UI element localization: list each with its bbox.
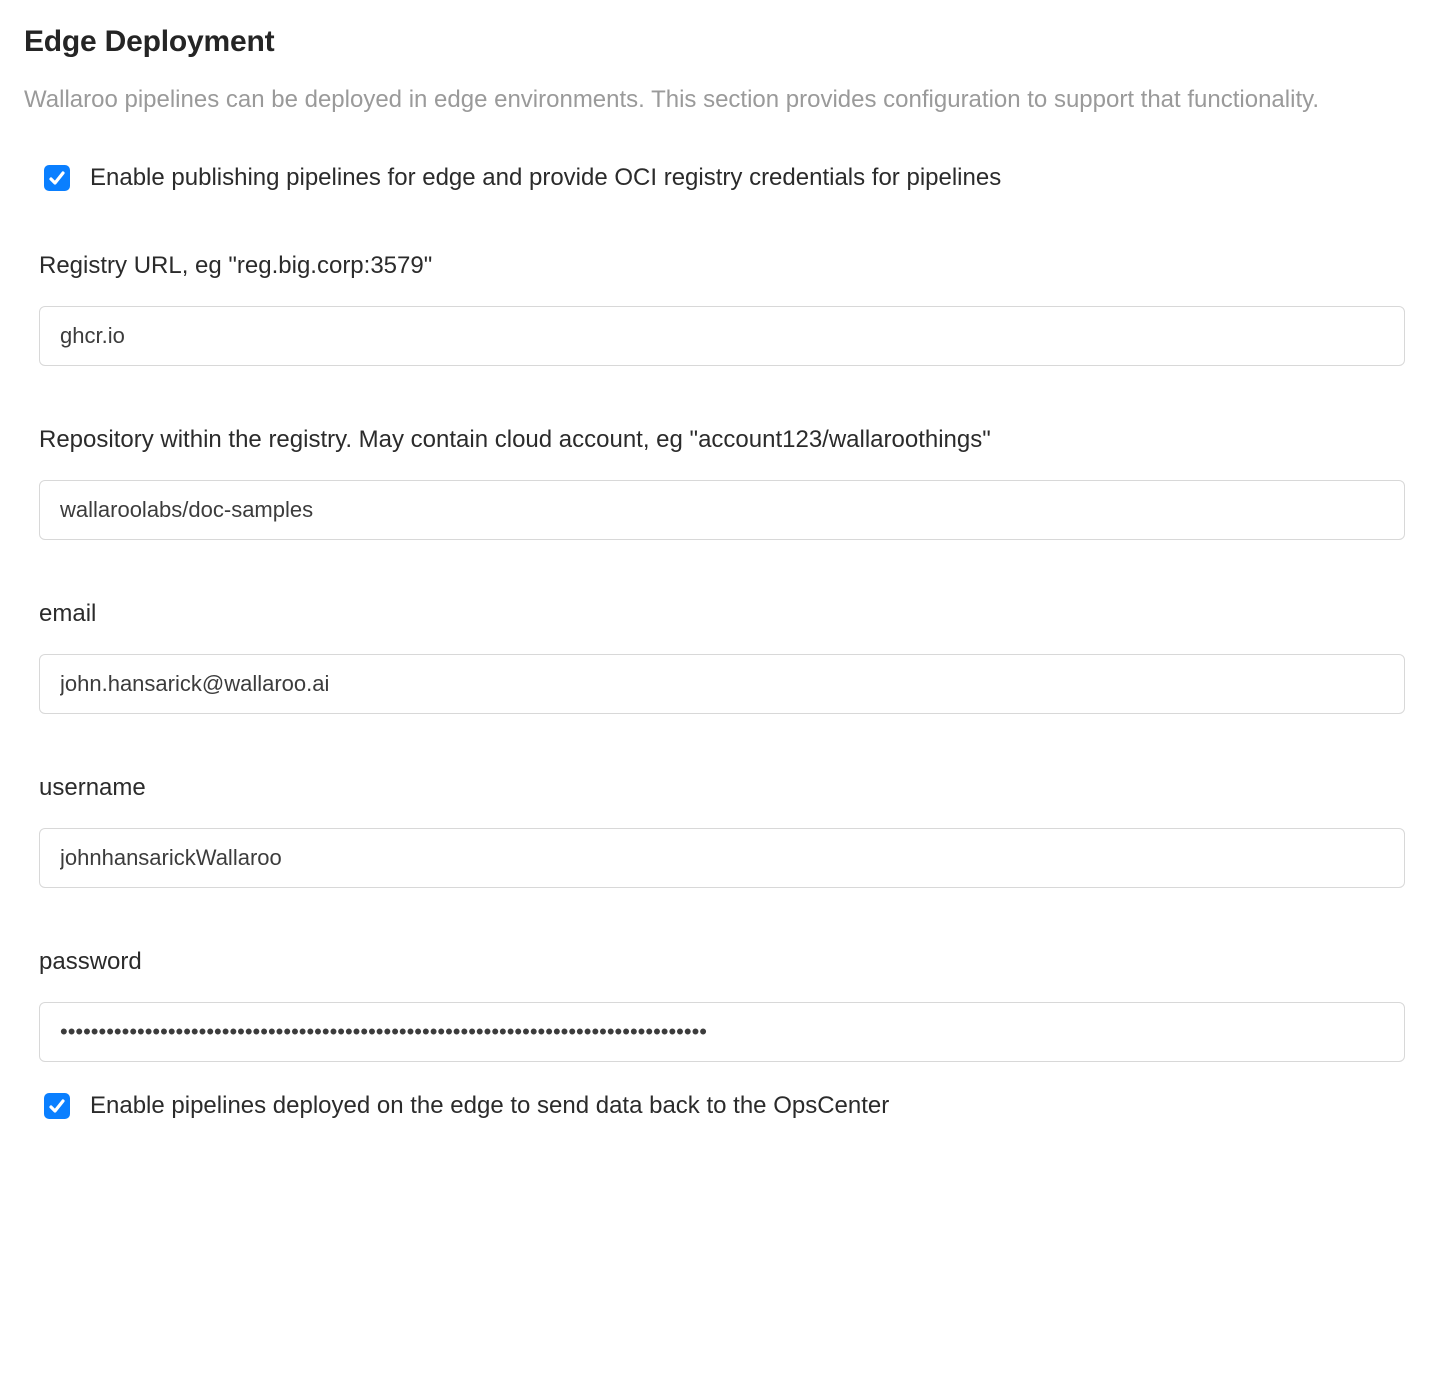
email-field: email [39, 600, 1405, 714]
password-label: password [39, 948, 1405, 976]
username-input[interactable] [39, 828, 1405, 888]
registry-url-input[interactable] [39, 306, 1405, 366]
email-input[interactable] [39, 654, 1405, 714]
repository-input[interactable] [39, 480, 1405, 540]
section-description: Wallaroo pipelines can be deployed in ed… [24, 83, 1420, 118]
email-label: email [39, 600, 1405, 628]
username-label: username [39, 774, 1405, 802]
enable-publishing-checkbox[interactable] [44, 165, 70, 191]
password-input[interactable] [39, 1002, 1405, 1062]
registry-url-label: Registry URL, eg "reg.big.corp:3579" [39, 252, 1405, 280]
enable-publishing-label: Enable publishing pipelines for edge and… [90, 164, 1001, 192]
check-icon [47, 168, 67, 188]
enable-edge-send-label: Enable pipelines deployed on the edge to… [90, 1092, 889, 1120]
repository-field: Repository within the registry. May cont… [39, 426, 1405, 540]
enable-edge-send-checkbox[interactable] [44, 1093, 70, 1119]
repository-label: Repository within the registry. May cont… [39, 426, 1405, 454]
username-field: username [39, 774, 1405, 888]
section-title: Edge Deployment [24, 25, 1420, 59]
registry-url-field: Registry URL, eg "reg.big.corp:3579" [39, 252, 1405, 366]
enable-publishing-row: Enable publishing pipelines for edge and… [44, 164, 1420, 192]
check-icon [47, 1096, 67, 1116]
enable-edge-send-row: Enable pipelines deployed on the edge to… [44, 1092, 1420, 1120]
password-field: password [39, 948, 1405, 1062]
